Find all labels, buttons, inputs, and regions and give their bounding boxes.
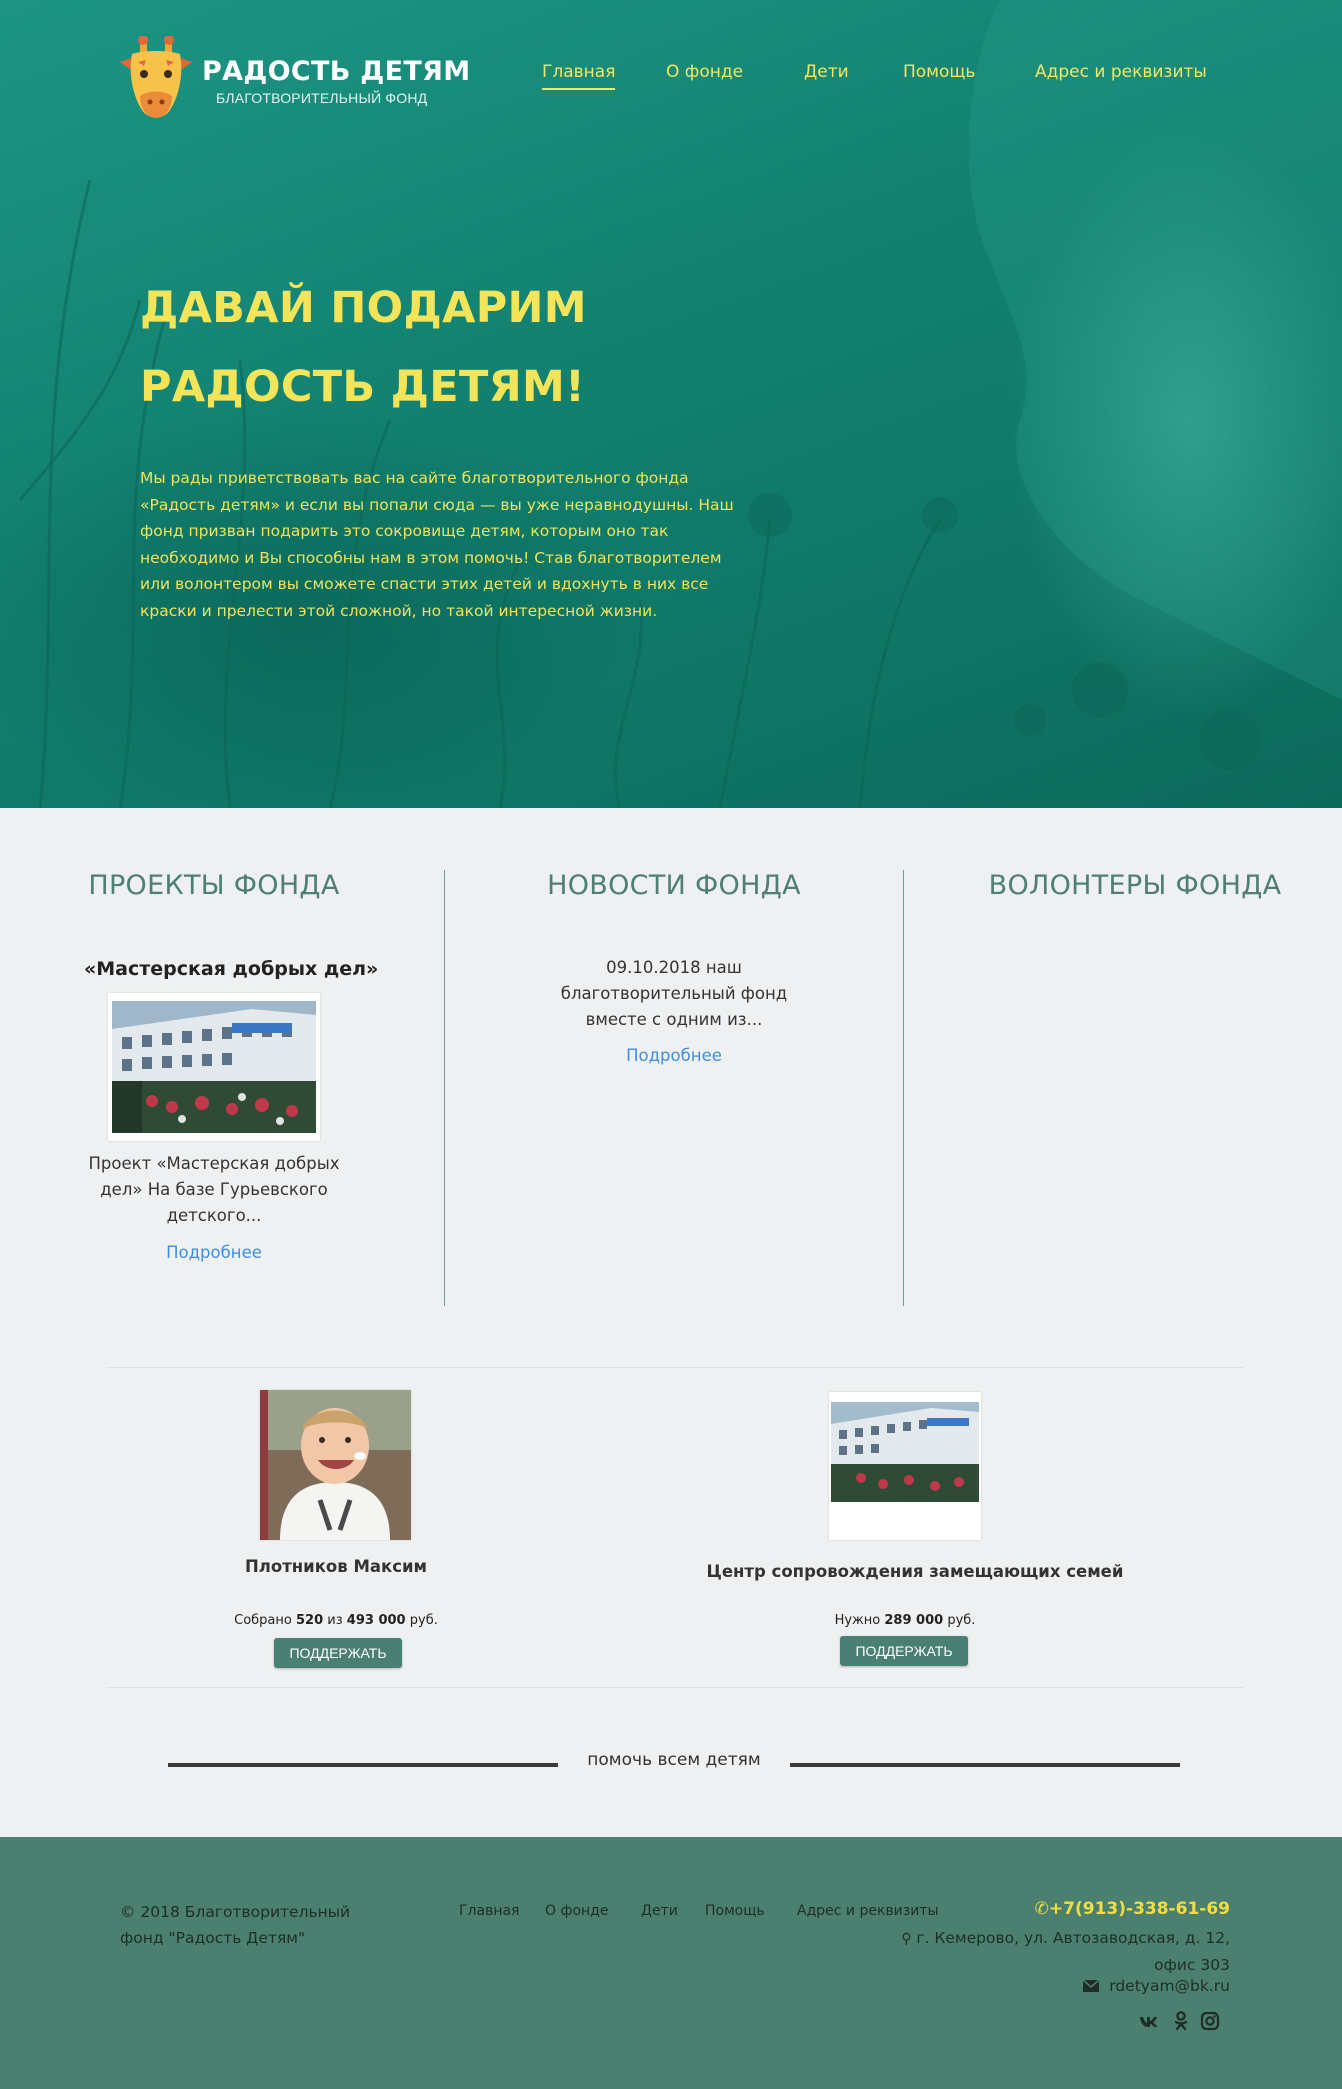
help-all-link[interactable]: помочь всем детям [560,1750,788,1770]
nav-item-home[interactable]: Главная [542,62,616,90]
currency: руб. [409,1613,438,1628]
instagram-icon[interactable] [1199,2010,1221,2032]
need-amount: 289 000 [884,1613,944,1628]
nav-item-children[interactable]: Дети [804,62,849,82]
email-text: rdetyam@bk.ru [1109,1977,1230,1995]
nav-item-address[interactable]: Адрес и реквизиты [1035,62,1207,82]
center-photo[interactable] [829,1392,981,1540]
footer-nav-help[interactable]: Помощь [705,1903,765,1919]
collected-of: из [327,1613,343,1628]
brand-subtitle: БЛАГОТВОРИТЕЛЬНЫЙ ФОНД [216,90,428,106]
volunteers-heading: ВОЛОНТЕРЫ ФОНДА [988,870,1282,901]
footer-nav-children[interactable]: Дети [641,1903,678,1919]
site-logo[interactable]: РАДОСТЬ ДЕТЯМ БЛАГОТВОРИТЕЛЬНЫЙ ФОНД [118,36,470,122]
project-description: Проект «Мастерская добрых дел» На базе Г… [88,1154,340,1225]
center-name[interactable]: Центр сопровождения замещающих семей [700,1562,1130,1581]
help-line-right [790,1763,1180,1767]
address-text: г. Кемерово, ул. Автозаводская, д. 12, о… [916,1929,1230,1974]
project-more-link[interactable]: Подробнее [84,1243,344,1262]
collected-amount: 520 [296,1613,324,1628]
child-collected-text: Собрано 520 из 493 000 руб. [186,1613,486,1628]
projects-heading-wrap: ПРОЕКТЫ ФОНДА [74,870,354,901]
phone-icon: ✆ [1034,1899,1049,1919]
child-portrait [260,1390,411,1540]
footer-nav-address[interactable]: Адрес и реквизиты [797,1903,939,1919]
footer-nav-about[interactable]: О фонде [545,1903,608,1919]
envelope-icon [1082,1979,1100,1992]
map-marker-icon: ⚲ [901,1931,912,1947]
center-need-text: Нужно 289 000 руб. [755,1613,1055,1628]
news-more-link[interactable]: Подробнее [554,1046,794,1065]
news-heading: НОВОСТИ ФОНДА [547,870,801,901]
divider [106,1367,1244,1368]
divider [106,1687,1244,1688]
column-divider [444,870,445,1306]
projects-heading: ПРОЕКТЫ ФОНДА [88,870,340,901]
help-line-left [168,1763,558,1767]
collected-prefix: Собрано [234,1613,292,1628]
child-photo[interactable] [260,1390,411,1540]
support-button[interactable]: ПОДДЕРЖАТЬ [840,1636,968,1666]
news-heading-wrap: НОВОСТИ ФОНДА [514,870,834,901]
footer-nav-home[interactable]: Главная [459,1903,519,1919]
footer-address: ⚲ г. Кемерово, ул. Автозаводская, д. 12,… [900,1925,1230,1978]
footer-copyright: © 2018 Благотворительный фонд "Радость Д… [120,1903,351,1947]
volunteers-heading-wrap: ВОЛОНТЕРЫ ФОНДА [970,870,1300,901]
building-photo [112,1001,316,1133]
odnoklassniki-icon[interactable] [1170,2010,1192,2032]
project-thumbnail[interactable] [108,993,320,1141]
brand-title: РАДОСТЬ ДЕТЯМ [202,56,471,87]
phone-number: +7(913)-338-61-69 [1048,1899,1230,1919]
vk-icon[interactable] [1138,2010,1160,2032]
footer-email[interactable]: rdetyam@bk.ru [1082,1977,1230,1995]
giraffe-icon [120,36,192,118]
footer-phone[interactable]: ✆+7(913)-338-61-69 [1035,1899,1230,1919]
column-divider [903,870,904,1306]
child-name[interactable]: Плотников Максим [186,1557,486,1576]
need-prefix: Нужно [834,1613,881,1628]
hero-heading-line2: РАДОСТЬ ДЕТЯМ! [140,362,585,412]
support-button[interactable]: ПОДДЕРЖАТЬ [274,1638,402,1668]
hero-banner: РАДОСТЬ ДЕТЯМ БЛАГОТВОРИТЕЛЬНЫЙ ФОНД Гла… [0,0,1342,808]
currency: руб. [947,1613,976,1628]
hero-intro-text: Мы рады приветствовать вас на сайте благ… [140,469,734,620]
news-description: 09.10.2018 наш благотворительный фонд вм… [560,958,788,1029]
nav-item-about[interactable]: О фонде [666,62,743,82]
project-title[interactable]: «Мастерская добрых дел» [84,958,378,980]
goal-amount: 493 000 [346,1613,406,1628]
building-photo [831,1402,979,1502]
hero-heading-line1: ДАВАЙ ПОДАРИМ [140,283,587,333]
nav-item-help[interactable]: Помощь [903,62,975,82]
